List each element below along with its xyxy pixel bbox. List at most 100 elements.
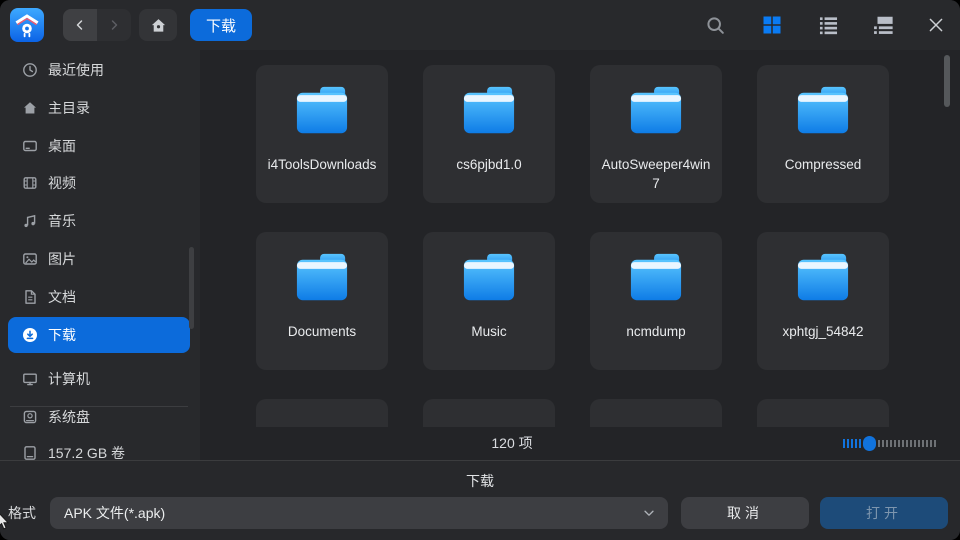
sidebar-item-label: 系统盘 xyxy=(48,407,90,427)
sidebar-item-desktop[interactable]: 桌面 xyxy=(8,128,190,164)
close-button[interactable] xyxy=(924,13,948,37)
grid-view-button[interactable] xyxy=(760,13,784,37)
folder-tile[interactable]: AutoSweeper4win7 xyxy=(590,65,722,203)
folder-tile[interactable]: Compressed xyxy=(757,65,889,203)
home-icon xyxy=(22,100,38,116)
folder-name: cs6pjbd1.0 xyxy=(431,155,547,174)
dialog-footer: 下载 格式 APK 文件(*.apk) 取消 打开 xyxy=(0,460,960,540)
folder-icon xyxy=(458,252,520,306)
search-icon xyxy=(705,15,726,36)
file-grid-area: i4ToolsDownloads cs6pjbd1.0 AutoSweeper4… xyxy=(200,50,960,460)
list-view-button[interactable] xyxy=(816,13,840,37)
folder-icon xyxy=(458,85,520,139)
drive-volume-icon xyxy=(22,445,38,461)
music-note-icon xyxy=(22,213,38,229)
slider-ticks-filled xyxy=(843,439,861,448)
breadcrumb-label: 下载 xyxy=(206,15,236,36)
folder-tile-partial[interactable] xyxy=(590,399,722,427)
detail-view-icon xyxy=(872,14,894,36)
system-disk-icon xyxy=(22,409,38,425)
format-label: 格式 xyxy=(8,497,36,529)
sidebar-item-label: 图片 xyxy=(48,249,76,269)
folder-icon xyxy=(625,85,687,139)
folder-tile-partial[interactable] xyxy=(423,399,555,427)
title-bar: 下载 xyxy=(0,0,960,50)
folder-name: xphtgj_54842 xyxy=(765,322,881,341)
sidebar-item-recent[interactable]: 最近使用 xyxy=(8,52,190,88)
folder-tile[interactable]: xphtgj_54842 xyxy=(757,232,889,370)
main-scrollbar[interactable] xyxy=(944,55,950,107)
cancel-label: 取消 xyxy=(727,503,763,523)
folder-tile[interactable]: Documents xyxy=(256,232,388,370)
item-count-status: 120 项 xyxy=(412,433,612,453)
close-icon xyxy=(927,16,945,34)
mouse-cursor xyxy=(0,511,11,533)
folder-tile[interactable]: i4ToolsDownloads xyxy=(256,65,388,203)
sidebar-item-computer[interactable]: 计算机 xyxy=(8,361,190,397)
clock-icon xyxy=(22,62,38,78)
grid-view-icon xyxy=(762,15,782,35)
sidebar-item-label: 文档 xyxy=(48,287,76,307)
breadcrumb-downloads[interactable]: 下载 xyxy=(190,9,252,41)
folder-icon xyxy=(792,252,854,306)
folder-name: Documents xyxy=(264,322,380,341)
format-value: APK 文件(*.apk) xyxy=(50,503,642,523)
sidebar-item-pictures[interactable]: 图片 xyxy=(8,241,190,277)
folder-icon xyxy=(291,85,353,139)
open-button[interactable]: 打开 xyxy=(820,497,948,529)
folder-tile[interactable]: Music xyxy=(423,232,555,370)
folder-tile-partial[interactable] xyxy=(256,399,388,427)
sidebar-item-label: 音乐 xyxy=(48,211,76,231)
sidebar-item-videos[interactable]: 视频 xyxy=(8,165,190,201)
folder-icon xyxy=(792,85,854,139)
home-icon xyxy=(150,17,167,34)
folder-tile[interactable]: cs6pjbd1.0 xyxy=(423,65,555,203)
chevron-down-icon xyxy=(642,506,656,520)
sidebar-item-documents[interactable]: 文档 xyxy=(8,279,190,315)
sidebar-item-label: 最近使用 xyxy=(48,60,104,80)
chevron-right-icon xyxy=(106,17,122,33)
sidebar-item-label: 下载 xyxy=(48,325,76,345)
sidebar-item-label: 主目录 xyxy=(48,98,90,118)
computer-icon xyxy=(22,371,38,387)
search-button[interactable] xyxy=(703,13,727,37)
sidebar-scrollbar[interactable] xyxy=(189,247,194,329)
folder-name: Compressed xyxy=(765,155,881,174)
home-button[interactable] xyxy=(139,9,177,41)
folder-tile[interactable]: ncmdump xyxy=(590,232,722,370)
slider-ticks-empty xyxy=(878,440,936,447)
download-icon xyxy=(22,327,38,343)
folder-icon xyxy=(625,252,687,306)
sidebar-item-home[interactable]: 主目录 xyxy=(8,90,190,126)
document-icon xyxy=(22,289,38,305)
file-manager-app-icon xyxy=(10,8,44,42)
sidebar-item-label: 计算机 xyxy=(48,369,90,389)
image-icon xyxy=(22,251,38,267)
sidebar-item-system-disk[interactable]: 系统盘 xyxy=(8,399,190,435)
cancel-button[interactable]: 取消 xyxy=(681,497,809,529)
folder-name: AutoSweeper4win7 xyxy=(598,155,714,193)
sidebar: 最近使用 主目录 桌面 视频 xyxy=(0,50,200,460)
folder-name: Music xyxy=(431,322,547,341)
folder-tile-partial[interactable] xyxy=(757,399,889,427)
sidebar-item-downloads[interactable]: 下载 xyxy=(8,317,190,353)
folder-name: ncmdump xyxy=(598,322,714,341)
sidebar-item-music[interactable]: 音乐 xyxy=(8,203,190,239)
forward-button[interactable] xyxy=(97,9,131,41)
app-logo-icon xyxy=(10,8,44,42)
sidebar-item-label: 桌面 xyxy=(48,136,76,156)
detail-view-button[interactable] xyxy=(871,13,895,37)
list-view-icon xyxy=(818,15,839,36)
chevron-left-icon xyxy=(72,17,88,33)
format-dropdown[interactable]: APK 文件(*.apk) xyxy=(50,497,668,529)
open-label: 打开 xyxy=(866,503,902,523)
video-icon xyxy=(22,175,38,191)
file-dialog-window: 下载 xyxy=(0,0,960,540)
desktop-icon xyxy=(22,138,38,154)
nav-button-group xyxy=(63,9,131,41)
dialog-title: 下载 xyxy=(0,471,960,491)
icon-size-slider[interactable] xyxy=(843,436,943,451)
slider-thumb[interactable] xyxy=(863,436,876,451)
folder-name: i4ToolsDownloads xyxy=(264,155,380,174)
back-button[interactable] xyxy=(63,9,97,41)
